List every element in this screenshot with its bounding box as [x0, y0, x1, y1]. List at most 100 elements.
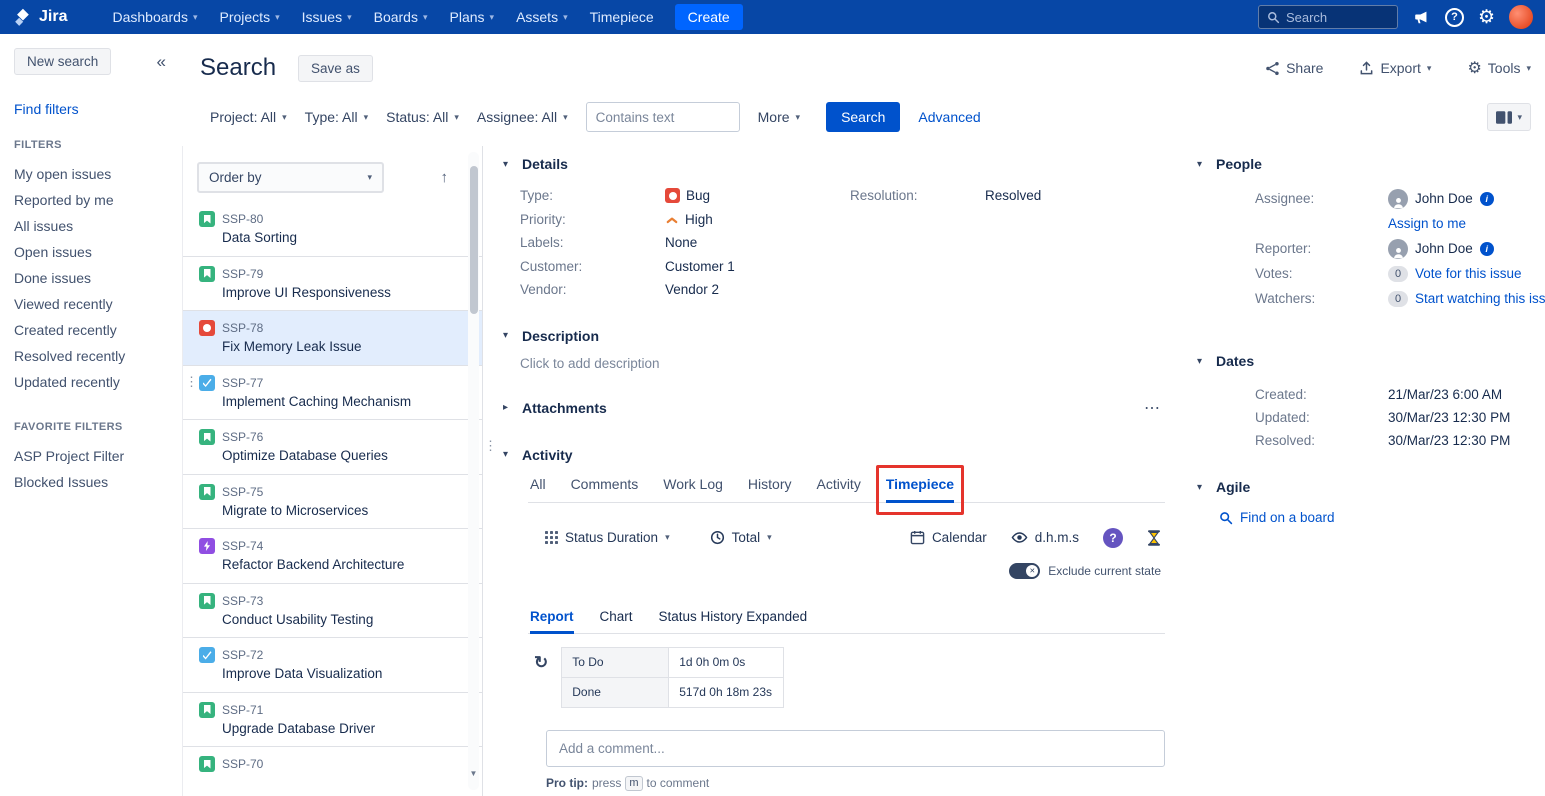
refresh-icon[interactable]: ↻ [534, 653, 548, 673]
user-avatar[interactable] [1509, 5, 1533, 29]
assign-to-me-link[interactable]: Assign to me [1388, 216, 1545, 231]
sidebar-item-resolved-recently[interactable]: Resolved recently [14, 343, 170, 369]
tools-button[interactable]: ⚙ Tools ▾ [1467, 58, 1531, 78]
issue-row-ssp-80[interactable]: SSP-80Data Sorting [183, 202, 482, 257]
issue-row-ssp-77[interactable]: SSP-77Implement Caching Mechanism [183, 366, 482, 421]
sidebar-item-all-issues[interactable]: All issues [14, 213, 170, 239]
tab-all[interactable]: All [530, 476, 546, 502]
tab-history[interactable]: History [748, 476, 792, 502]
info-icon[interactable]: i [1480, 242, 1494, 256]
exclude-current-state-toggle[interactable]: ✕ [1009, 563, 1040, 579]
issue-row-ssp-78[interactable]: SSP-78Fix Memory Leak Issue [183, 311, 482, 366]
description-section-header[interactable]: ▾ Description [503, 328, 1165, 344]
order-by-select[interactable]: Order by▾ [197, 162, 384, 193]
settings-gear-icon[interactable]: ⚙ [1478, 8, 1495, 27]
attachments-section-header[interactable]: ▸ Attachments ⋯ [503, 398, 1165, 418]
search-button[interactable]: Search [826, 102, 900, 132]
activity-section-header[interactable]: ▾ Activity [503, 447, 1165, 463]
people-section-title: People [1216, 156, 1262, 172]
find-on-board-link[interactable]: Find on a board [1240, 510, 1335, 525]
total-dropdown[interactable]: Total ▾ [710, 530, 772, 545]
scrollbar-thumb[interactable] [470, 166, 478, 314]
more-filters-dropdown[interactable]: More▾ [758, 109, 800, 125]
calendar-button[interactable]: Calendar [910, 530, 987, 545]
sidebar-item-updated-recently[interactable]: Updated recently [14, 369, 170, 395]
eye-icon [1011, 530, 1028, 545]
create-button[interactable]: Create [675, 4, 743, 30]
issue-row-ssp-75[interactable]: SSP-75Migrate to Microservices [183, 475, 482, 530]
jira-brand[interactable]: Jira [12, 7, 67, 28]
advanced-search-link[interactable]: Advanced [918, 109, 980, 125]
tab-activity[interactable]: Activity [816, 476, 860, 502]
nav-issues[interactable]: Issues▾ [291, 0, 363, 34]
attachments-more-icon[interactable]: ⋯ [1144, 398, 1165, 418]
new-search-button[interactable]: New search [14, 48, 111, 75]
add-description-placeholder[interactable]: Click to add description [520, 356, 1165, 371]
issue-row-ssp-70[interactable]: SSP-70 [183, 747, 482, 796]
vote-for-issue-link[interactable]: Vote for this issue [1415, 266, 1522, 281]
status-filter-dropdown[interactable]: Status: All▾ [386, 109, 459, 125]
find-filters-link[interactable]: Find filters [14, 101, 170, 117]
nav-dashboards[interactable]: Dashboards▾ [101, 0, 208, 34]
sidebar-item-open-issues[interactable]: Open issues [14, 239, 170, 265]
help-icon[interactable]: ? [1445, 8, 1464, 27]
export-icon [1359, 61, 1374, 76]
sidebar-item-my-open-issues[interactable]: My open issues [14, 161, 170, 187]
project-filter-dropdown[interactable]: Project: All▾ [210, 109, 287, 125]
sort-direction-icon[interactable]: ↑ [441, 169, 449, 186]
start-watching-link[interactable]: Start watching this issue [1415, 291, 1545, 306]
reporter-value[interactable]: John Doe [1415, 241, 1473, 256]
tab-report[interactable]: Report [530, 609, 574, 633]
issue-row-ssp-74[interactable]: SSP-74Refactor Backend Architecture [183, 529, 482, 584]
created-label: Created: [1255, 387, 1388, 402]
agile-section: ▾ Agile Find on a board [1197, 479, 1545, 525]
tab-status-history-expanded[interactable]: Status History Expanded [659, 609, 808, 633]
tab-timepiece[interactable]: Timepiece [886, 476, 954, 502]
save-as-button[interactable]: Save as [298, 55, 373, 82]
export-button[interactable]: Export ▾ [1359, 60, 1431, 76]
type-filter-dropdown[interactable]: Type: All▾ [305, 109, 368, 125]
tab-work-log[interactable]: Work Log [663, 476, 723, 502]
priority-label: Priority: [520, 212, 665, 227]
sidebar-item-blocked-issues[interactable]: Blocked Issues [14, 469, 170, 495]
nav-assets[interactable]: Assets▾ [505, 0, 579, 34]
people-section-header[interactable]: ▾ People [1197, 156, 1545, 172]
details-section-header[interactable]: ▾ Details [503, 156, 1165, 172]
panel-resize-handle[interactable]: ⋮ [484, 442, 497, 449]
scroll-down-icon[interactable]: ▼ [468, 769, 479, 778]
panel-resize-handle[interactable]: ⋮ [185, 378, 198, 385]
dates-section-header[interactable]: ▾ Dates [1197, 353, 1545, 369]
sidebar-item-reported-by-me[interactable]: Reported by me [14, 187, 170, 213]
contains-text-input[interactable] [586, 102, 740, 132]
issue-row-ssp-72[interactable]: SSP-72Improve Data Visualization [183, 638, 482, 693]
sidebar-item-created-recently[interactable]: Created recently [14, 317, 170, 343]
issue-list-scrollbar[interactable]: ▼ [468, 152, 479, 790]
issue-row-ssp-79[interactable]: SSP-79Improve UI Responsiveness [183, 257, 482, 312]
add-comment-input[interactable]: Add a comment... [546, 730, 1165, 767]
global-search-input[interactable] [1286, 10, 1386, 25]
layout-switcher-button[interactable]: ▾ [1487, 103, 1531, 131]
share-button[interactable]: Share [1265, 60, 1323, 76]
nav-projects[interactable]: Projects▾ [209, 0, 291, 34]
nav-plans[interactable]: Plans▾ [439, 0, 506, 34]
global-search[interactable] [1258, 5, 1398, 29]
status-duration-dropdown[interactable]: Status Duration ▾ [545, 530, 670, 545]
nav-boards[interactable]: Boards▾ [363, 0, 439, 34]
timepiece-help-icon[interactable]: ? [1103, 528, 1123, 548]
assignee-value[interactable]: John Doe [1415, 191, 1473, 206]
issue-row-ssp-76[interactable]: SSP-76Optimize Database Queries [183, 420, 482, 475]
info-icon[interactable]: i [1480, 192, 1494, 206]
agile-section-header[interactable]: ▾ Agile [1197, 479, 1545, 495]
feedback-megaphone-icon[interactable] [1412, 8, 1431, 26]
sidebar-item-viewed-recently[interactable]: Viewed recently [14, 291, 170, 317]
tab-comments[interactable]: Comments [571, 476, 639, 502]
time-format-button[interactable]: d.h.m.s [1011, 530, 1079, 545]
sidebar-item-asp-project-filter[interactable]: ASP Project Filter [14, 443, 170, 469]
assignee-filter-dropdown[interactable]: Assignee: All▾ [477, 109, 568, 125]
tab-chart[interactable]: Chart [600, 609, 633, 633]
issue-row-ssp-71[interactable]: SSP-71Upgrade Database Driver [183, 693, 482, 748]
collapse-sidebar-icon[interactable]: « [157, 52, 170, 72]
sidebar-item-done-issues[interactable]: Done issues [14, 265, 170, 291]
nav-timepiece[interactable]: Timepiece [579, 0, 665, 34]
issue-row-ssp-73[interactable]: SSP-73Conduct Usability Testing [183, 584, 482, 639]
